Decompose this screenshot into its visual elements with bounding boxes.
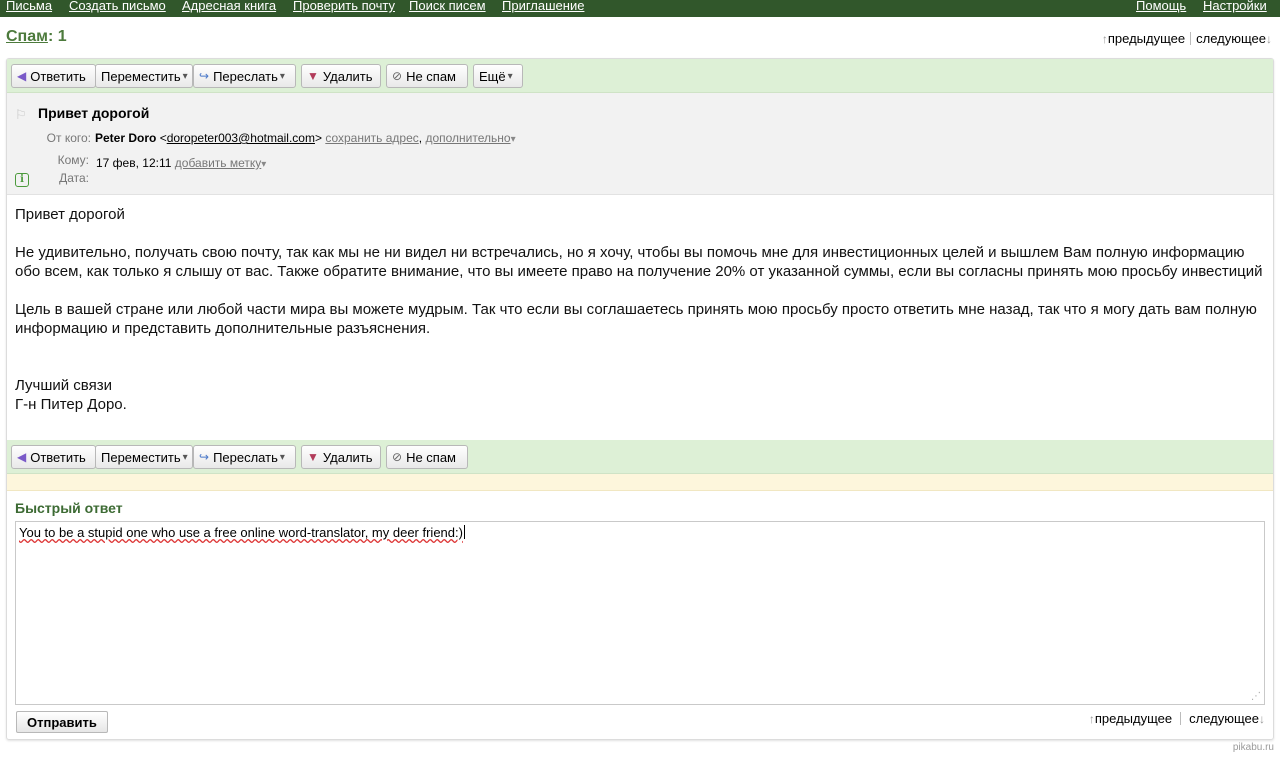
- from-label: От кого:: [46, 131, 91, 145]
- message-nav-top: ↑ предыдущее следующее ↓: [1102, 31, 1272, 46]
- info-icon[interactable]: i: [15, 173, 29, 187]
- watermark: pikabu.ru: [1232, 742, 1274, 753]
- chevron-down-icon: ▾: [279, 451, 285, 463]
- message-subject: Привет дорогой: [38, 105, 150, 121]
- message-panel: ◀ Ответить Переместить ▾ ↪ Переслать ▾ ▼ Удал…: [6, 58, 1274, 740]
- reply-button[interactable]: ◀ Ответить: [11, 64, 96, 88]
- trash-icon: ▼: [307, 450, 319, 464]
- body-paragraph: Цель в вашей стране или любой части мира…: [15, 301, 1257, 337]
- chevron-down-icon: ▾: [279, 70, 285, 82]
- move-button[interactable]: Переместить ▾: [95, 64, 193, 88]
- to-label: Кому:: [57, 153, 89, 167]
- next-link[interactable]: следующее: [1189, 711, 1259, 726]
- not-spam-button[interactable]: ⊘ Не спам: [386, 64, 468, 88]
- nav-settings[interactable]: Настройки: [1203, 0, 1267, 12]
- delete-button[interactable]: ▼ Удалить: [301, 445, 381, 469]
- move-button[interactable]: Переместить ▾: [95, 445, 193, 469]
- sender-email[interactable]: doropeter003@hotmail.com: [167, 131, 315, 145]
- no-entry-icon: ⊘: [392, 450, 403, 464]
- resize-grip-icon[interactable]: ⋰: [1251, 692, 1261, 702]
- prev-link[interactable]: предыдущее: [1095, 711, 1172, 726]
- to-row: Кому: 17 фев, 12:11 добавить метку▾: [7, 153, 1267, 170]
- nav-address-book[interactable]: Адресная книга: [182, 0, 276, 12]
- flag-icon[interactable]: ⚐: [15, 107, 27, 123]
- forward-icon: ↪: [199, 69, 210, 83]
- notice-strip: [7, 474, 1273, 491]
- message-header: ⚐ Привет дорогой От кого: Peter Doro <do…: [7, 93, 1273, 195]
- toolbar-top: ◀ Ответить Переместить ▾ ↪ Переслать ▾ ▼ Удал…: [7, 59, 1273, 93]
- quick-reply-textarea[interactable]: You to be a stupid one who use a free on…: [15, 521, 1265, 705]
- save-address-link[interactable]: сохранить адрес: [325, 131, 418, 145]
- nav-invite[interactable]: Приглашение: [502, 0, 584, 12]
- body-paragraph: Не удивительно, получать свою почту, так…: [15, 244, 1263, 280]
- forward-icon: ↪: [199, 450, 210, 464]
- message-nav-bottom: ↑ предыдущее следующее ↓: [1089, 711, 1265, 726]
- send-button[interactable]: Отправить: [16, 711, 108, 733]
- chevron-down-icon: ▾: [510, 134, 516, 145]
- message-body: Привет дорогой Не удивительно, получать …: [15, 205, 1265, 414]
- forward-button[interactable]: ↪ Переслать ▾: [193, 445, 296, 469]
- delete-button[interactable]: ▼ Удалить: [301, 64, 381, 88]
- toolbar-bottom: ◀ Ответить Переместить ▾ ↪ Переслать ▾ ▼ Удал…: [7, 440, 1273, 474]
- body-greeting: Привет дорогой: [15, 206, 125, 223]
- sender-name[interactable]: Peter Doro: [95, 131, 156, 145]
- from-row: От кого: Peter Doro <doropeter003@hotmai…: [7, 131, 1267, 147]
- chevron-down-icon: ▾: [261, 159, 267, 170]
- arrow-down-icon: ↓: [1259, 711, 1265, 726]
- not-spam-button[interactable]: ⊘ Не спам: [386, 445, 468, 469]
- next-link[interactable]: следующее: [1196, 31, 1266, 46]
- trash-icon: ▼: [307, 69, 319, 83]
- top-nav: Письма Создать письмо Адресная книга Про…: [0, 0, 1280, 17]
- reply-icon: ◀: [17, 69, 27, 83]
- date-value: 17 фев, 12:11: [96, 156, 172, 170]
- chevron-down-icon: ▾: [507, 70, 513, 82]
- reply-button[interactable]: ◀ Ответить: [11, 445, 96, 469]
- nav-check-mail[interactable]: Проверить почту: [293, 0, 395, 12]
- chevron-down-icon: ▾: [182, 451, 188, 463]
- nav-help[interactable]: Помощь: [1136, 0, 1186, 12]
- nav-search[interactable]: Поиск писем: [409, 0, 486, 12]
- nav-letters[interactable]: Письма: [6, 0, 52, 12]
- more-button[interactable]: Ещё ▾: [473, 64, 523, 88]
- no-entry-icon: ⊘: [392, 69, 403, 83]
- reply-icon: ◀: [17, 450, 27, 464]
- folder-link[interactable]: Спам: [6, 28, 48, 45]
- prev-link[interactable]: предыдущее: [1108, 31, 1185, 46]
- signature: Лучший связи Г-н Питер Доро.: [15, 377, 127, 413]
- chevron-down-icon: ▾: [182, 70, 188, 82]
- folder-count: 1: [57, 28, 67, 45]
- nav-compose[interactable]: Создать письмо: [69, 0, 166, 12]
- page-title: Спам: 1: [6, 28, 67, 45]
- more-details-link[interactable]: дополнительно: [425, 131, 510, 145]
- quick-reply-title: Быстрый ответ: [15, 500, 123, 516]
- date-row: Дата:: [7, 171, 207, 187]
- forward-button[interactable]: ↪ Переслать ▾: [193, 64, 296, 88]
- add-label-link[interactable]: добавить метку: [175, 156, 262, 170]
- arrow-down-icon: ↓: [1266, 31, 1272, 46]
